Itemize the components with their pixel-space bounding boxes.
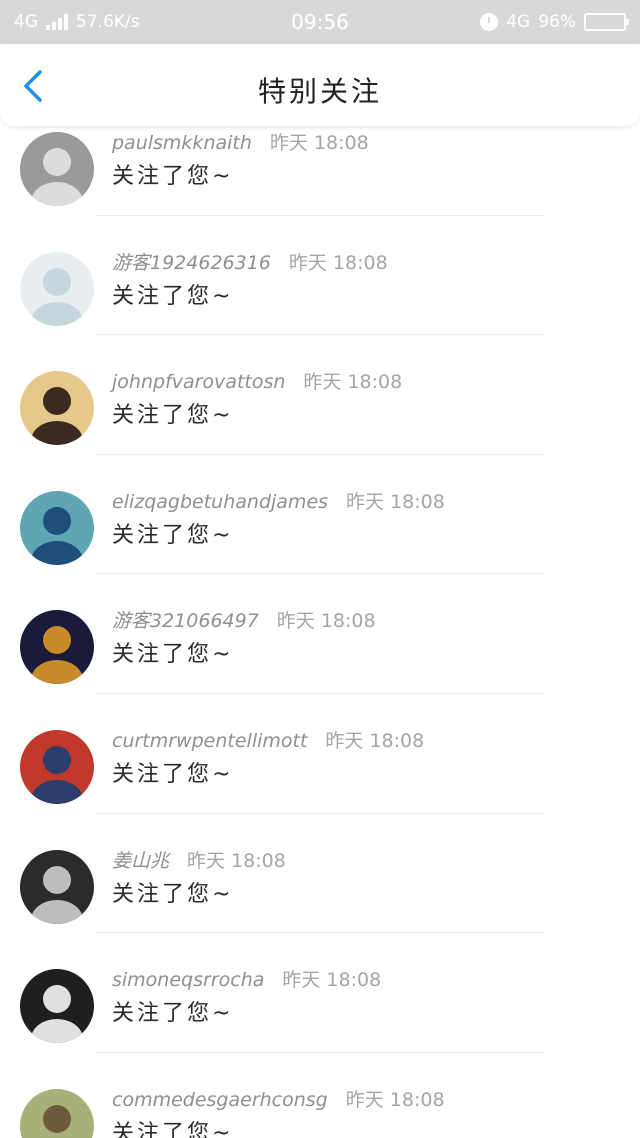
network-type: 4G xyxy=(14,12,38,32)
avatar-image xyxy=(20,729,94,804)
network-type-right: 4G xyxy=(506,12,531,32)
message-text: 关注了您~ xyxy=(112,283,234,309)
item-meta: curtmrwpentellimott 昨天 18:08 xyxy=(112,726,424,753)
message-text: 关注了您~ xyxy=(112,1120,234,1138)
avatar-image xyxy=(20,849,94,924)
list-item[interactable]: elizqagbetuhandjames 昨天 18:08 关注了您~ xyxy=(0,455,640,575)
notification-list: paulsmkknaith 昨天 18:08 关注了您~ 游客1924626316 昨天… xyxy=(0,96,640,1138)
item-meta: johnpfvarovattosn 昨天 18:08 xyxy=(112,367,402,394)
timestamp: 昨天 18:08 xyxy=(276,610,376,633)
timestamp: 昨天 18:08 xyxy=(269,132,369,154)
timestamp: 昨天 18:08 xyxy=(345,1088,445,1111)
list-item[interactable]: 游客321066497 昨天 18:08 关注了您~ xyxy=(0,574,640,694)
timestamp: 昨天 18:08 xyxy=(187,849,286,872)
signal-icon xyxy=(46,14,68,30)
avatar-image xyxy=(20,251,94,326)
avatar[interactable] xyxy=(20,371,94,446)
list-item[interactable]: 游客1924626316 昨天 18:08 关注了您~ xyxy=(0,216,640,336)
title-bar: 特别关注 xyxy=(0,44,640,126)
avatar[interactable] xyxy=(20,1088,94,1138)
avatar-image xyxy=(20,610,94,685)
battery-icon xyxy=(584,13,629,31)
list-item[interactable]: simoneqsrrocha 昨天 18:08 关注了您~ xyxy=(0,933,640,1053)
status-bar: 4G 57.6K/s 09:56 4G 96% xyxy=(0,0,640,44)
item-meta: commedesgaerhconsg 昨天 18:08 xyxy=(112,1085,445,1112)
item-meta: 游客1924626316 昨天 18:08 xyxy=(112,248,388,275)
timestamp: 昨天 18:08 xyxy=(346,490,445,513)
avatar[interactable] xyxy=(20,969,94,1044)
item-meta: paulsmkknaith 昨天 18:08 xyxy=(112,128,369,155)
item-meta: simoneqsrrocha 昨天 18:08 xyxy=(112,965,381,992)
message-text: 关注了您~ xyxy=(112,1001,234,1027)
username[interactable]: paulsmkknaith xyxy=(112,132,252,154)
battery-percent: 96% xyxy=(538,12,576,32)
avatar[interactable] xyxy=(20,849,94,924)
username[interactable]: curtmrwpentellimott xyxy=(112,730,307,752)
item-meta: elizqagbetuhandjames 昨天 18:08 xyxy=(112,487,445,514)
username[interactable]: 游客1924626316 xyxy=(112,248,271,275)
avatar[interactable] xyxy=(20,610,94,685)
timestamp: 昨天 18:08 xyxy=(282,969,382,992)
username[interactable]: commedesgaerhconsg xyxy=(112,1089,328,1111)
username[interactable]: simoneqsrrocha xyxy=(112,969,264,991)
timestamp: 昨天 18:08 xyxy=(325,729,425,752)
item-meta: 姜山兆 昨天 18:08 xyxy=(112,846,286,873)
network-speed: 57.6K/s xyxy=(76,12,140,32)
timestamp: 昨天 18:08 xyxy=(303,371,403,394)
list-item[interactable]: 姜山兆 昨天 18:08 关注了您~ xyxy=(0,814,640,934)
avatar[interactable] xyxy=(20,132,94,206)
username[interactable]: 游客321066497 xyxy=(112,606,259,633)
avatar[interactable] xyxy=(20,251,94,326)
avatar[interactable] xyxy=(20,729,94,804)
list-item[interactable]: commedesgaerhconsg 昨天 18:08 关注了您~ xyxy=(0,1053,640,1138)
page-title: 特别关注 xyxy=(257,75,382,108)
username[interactable]: johnpfvarovattosn xyxy=(112,371,285,393)
username[interactable]: 姜山兆 xyxy=(112,846,169,873)
list-item[interactable]: johnpfvarovattosn 昨天 18:08 关注了您~ xyxy=(0,335,640,455)
message-text: 关注了您~ xyxy=(112,522,234,548)
avatar-image xyxy=(20,371,94,446)
message-text: 关注了您~ xyxy=(112,403,234,429)
alarm-icon xyxy=(480,13,499,31)
avatar-image xyxy=(20,490,94,565)
message-text: 关注了您~ xyxy=(112,164,234,189)
avatar[interactable] xyxy=(20,490,94,565)
avatar-image xyxy=(20,1088,94,1138)
avatar-image xyxy=(20,132,94,206)
username[interactable]: elizqagbetuhandjames xyxy=(112,491,328,513)
message-text: 关注了您~ xyxy=(112,642,234,668)
avatar-image xyxy=(20,969,94,1044)
message-text: 关注了您~ xyxy=(112,881,234,907)
message-text: 关注了您~ xyxy=(112,761,234,787)
item-meta: 游客321066497 昨天 18:08 xyxy=(112,606,376,633)
timestamp: 昨天 18:08 xyxy=(288,251,388,274)
list-item[interactable]: curtmrwpentellimott 昨天 18:08 关注了您~ xyxy=(0,694,640,814)
